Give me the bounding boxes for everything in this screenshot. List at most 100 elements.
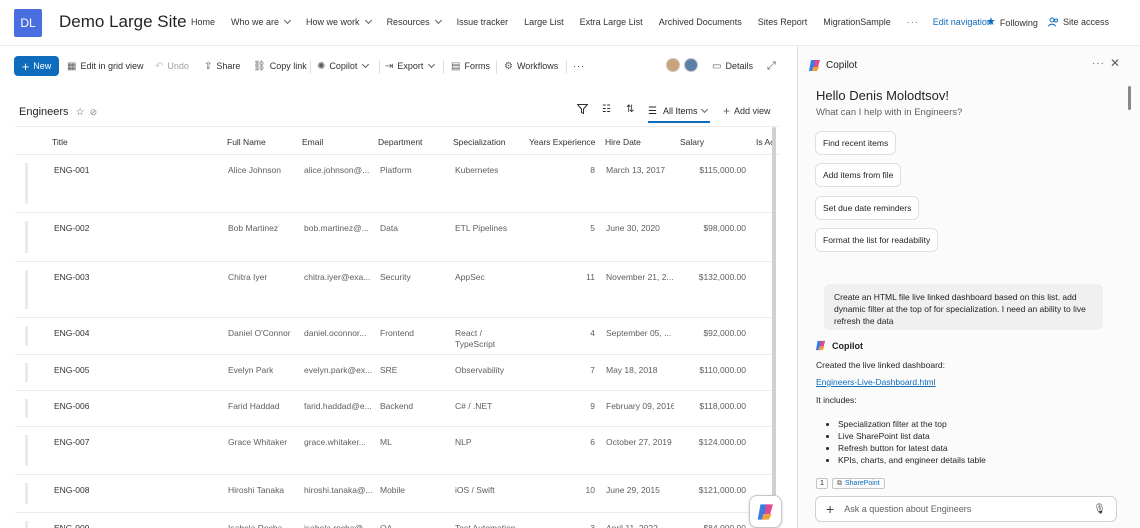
hire-date-cell: May 18, 2018 <box>606 365 658 375</box>
column-header[interactable]: Title <box>52 137 68 147</box>
sort-icon[interactable]: ⇅ <box>626 104 634 115</box>
column-header[interactable]: Years Experience <box>529 137 595 147</box>
site-navigation: Home Who we are How we work Resources Issue … <box>191 16 1008 27</box>
expand-icon[interactable]: ⤢ <box>767 56 776 76</box>
site-access-button[interactable]: Site access <box>1048 17 1109 27</box>
row-selection-bar[interactable] <box>25 521 28 528</box>
user-message: Create an HTML file live linked dashboar… <box>824 284 1103 330</box>
check-circle-icon[interactable]: ⊘ <box>90 107 98 117</box>
suggestion-chip[interactable]: Find recent items <box>815 131 897 155</box>
suggestion-chip[interactable]: Set due date reminders <box>815 196 920 220</box>
row-selection-bar[interactable] <box>25 163 28 204</box>
following-button[interactable]: ★ Following <box>986 17 1038 28</box>
hire-date-cell: September 05, ... <box>606 328 672 338</box>
row-selection-bar[interactable] <box>25 221 28 253</box>
nav-item[interactable]: How we work <box>306 16 372 27</box>
table-row[interactable]: ENG-006 Farid Haddad farid.haddad@e... Back… <box>15 391 775 427</box>
row-selection-bar[interactable] <box>25 363 28 382</box>
nav-item[interactable]: Home <box>191 17 215 27</box>
ask-input[interactable]: + Ask a question about Engineers 🎙 <box>815 496 1117 522</box>
suggestion-chip[interactable]: Format the list for readability <box>815 228 939 252</box>
copilot-icon: ✺ <box>317 60 326 72</box>
site-title[interactable]: Demo Large Site <box>59 12 187 32</box>
table-scrollbar[interactable] <box>772 127 776 528</box>
email-cell: bob.martinez@... <box>304 223 369 233</box>
email-cell: grace.whitaker... <box>304 437 366 447</box>
view-options-icon[interactable]: ☷ <box>602 104 611 115</box>
add-attachment-icon[interactable]: + <box>826 501 834 517</box>
department-cell: Mobile <box>380 485 406 495</box>
row-selection-bar[interactable] <box>25 483 28 504</box>
user-avatar[interactable] <box>666 58 680 72</box>
more-options-icon[interactable]: ··· <box>1092 58 1105 69</box>
filter-icon[interactable] <box>577 104 588 114</box>
share-button[interactable]: ⇪ Share <box>204 56 240 76</box>
divider <box>379 60 380 74</box>
copilot-logo-icon <box>815 340 826 351</box>
department-cell: SRE <box>380 365 398 375</box>
close-icon[interactable]: ✕ <box>1110 56 1120 70</box>
copilot-command-button[interactable]: ✺ Copilot <box>317 56 370 76</box>
citation[interactable]: 1 ⧉ SharePoint <box>816 478 885 489</box>
view-selector[interactable]: ☰ All Items <box>648 101 710 123</box>
nav-item[interactable]: Archived Documents <box>659 17 742 27</box>
edit-grid-view-button[interactable]: ▦ Edit in grid view <box>67 56 143 76</box>
nav-item[interactable]: Issue tracker <box>457 17 509 27</box>
more-commands-button[interactable]: ··· <box>573 56 585 76</box>
copilot-floating-button[interactable] <box>749 495 782 528</box>
nav-item[interactable]: Extra Large List <box>580 17 643 27</box>
dashboard-file-link[interactable]: Engineers-Live-Dashboard.html <box>816 377 936 387</box>
add-view-button[interactable]: + Add view <box>723 104 771 118</box>
suggestion-chip[interactable]: Add items from file <box>815 163 902 187</box>
copy-link-button[interactable]: ⛓ Copy link <box>253 56 307 76</box>
column-header[interactable]: Email <box>302 137 323 147</box>
nav-more-button[interactable]: ··· <box>907 17 919 27</box>
table-row[interactable]: ENG-007 Grace Whitaker grace.whitaker... ML… <box>15 427 775 475</box>
column-header[interactable]: Hire Date <box>605 137 641 147</box>
details-button[interactable]: ▭ Details <box>712 56 753 76</box>
row-selection-bar[interactable] <box>25 270 28 309</box>
row-selection-bar[interactable] <box>25 399 28 418</box>
user-avatar[interactable] <box>684 58 698 72</box>
table-row[interactable]: ENG-003 Chitra Iyer chitra.iyer@exa... Secu… <box>15 262 775 318</box>
external-link-icon: ⧉ <box>837 479 842 487</box>
citation-source-label: SharePoint <box>845 480 880 487</box>
nav-item[interactable]: Sites Report <box>758 17 808 27</box>
nav-item-label: Who we are <box>231 17 280 27</box>
specialization-cell: React / <box>455 328 482 338</box>
nav-item[interactable]: Who we are <box>231 16 292 27</box>
edit-navigation-link[interactable]: Edit navigation <box>933 17 992 27</box>
table-row[interactable]: ENG-005 Evelyn Park evelyn.park@ex... SRE Ob… <box>15 355 775 391</box>
export-button[interactable]: ⇥ Export <box>385 56 436 76</box>
divider <box>566 60 567 74</box>
nav-item[interactable]: MigrationSample <box>823 17 891 27</box>
column-header[interactable]: Specialization <box>453 137 505 147</box>
microphone-icon[interactable]: 🎙 <box>1093 504 1106 515</box>
nav-item[interactable]: Large List <box>524 17 564 27</box>
new-button[interactable]: + New <box>14 56 59 76</box>
citation-source[interactable]: ⧉ SharePoint <box>832 478 885 489</box>
specialization-cell: Observability <box>455 365 505 375</box>
table-row[interactable]: ENG-008 Hiroshi Tanaka hiroshi.tanaka@... M… <box>15 475 775 513</box>
site-logo[interactable]: DL <box>14 9 42 37</box>
workflows-button[interactable]: ⚙ Workflows <box>504 56 558 76</box>
star-icon[interactable]: ☆ <box>76 107 85 118</box>
email-cell: evelyn.park@ex... <box>304 365 372 375</box>
table-row[interactable]: ENG-001 Alice Johnson alice.johnson@... Pla… <box>15 155 775 213</box>
nav-item[interactable]: Resources <box>387 16 442 27</box>
column-header[interactable]: Salary <box>680 137 704 147</box>
column-header[interactable]: Department <box>378 137 422 147</box>
undo-button[interactable]: ↶ Undo <box>155 56 189 76</box>
table-row[interactable]: ENG-004 Daniel O'Connor daniel.oconnor... F… <box>15 318 775 355</box>
forms-label: Forms <box>464 61 490 71</box>
row-selection-bar[interactable] <box>25 435 28 466</box>
forms-button[interactable]: ▤ Forms <box>451 56 490 76</box>
table-row[interactable]: ENG-002 Bob Martinez bob.martinez@... Data E… <box>15 213 775 262</box>
full-name-cell: Daniel O'Connor <box>228 328 291 338</box>
title-cell: ENG-003 <box>54 272 90 282</box>
table-row[interactable]: ENG-009 Isabela Rocha isabela.rocha@... QA T… <box>15 513 775 528</box>
row-selection-bar[interactable] <box>25 326 28 346</box>
column-header[interactable]: Full Name <box>227 137 266 147</box>
pane-scrollbar[interactable] <box>1128 86 1131 110</box>
hire-date-cell: November 21, 2... <box>606 272 674 282</box>
